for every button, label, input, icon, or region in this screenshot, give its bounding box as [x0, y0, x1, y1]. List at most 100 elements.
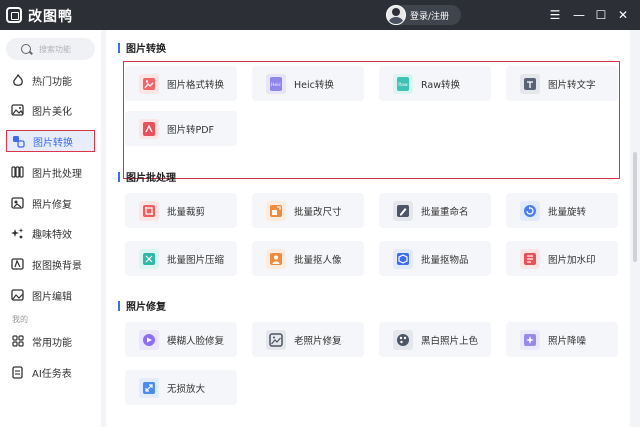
sidebar-item-label: 常用功能	[32, 337, 72, 349]
sidebar-item-hot[interactable]: 热门功能	[6, 69, 95, 91]
card-label: Heic转换	[294, 79, 334, 91]
card-label: 老照片修复	[294, 335, 342, 347]
section-title: 图片批处理	[118, 169, 176, 184]
card-label: 图片格式转换	[167, 79, 225, 91]
portrait-icon	[266, 248, 286, 269]
object-icon	[393, 248, 413, 269]
card-batch-rotate[interactable]: 批量旋转	[506, 193, 618, 228]
rotate-icon	[520, 200, 540, 221]
face-repair-icon	[139, 329, 159, 350]
card-watermark[interactable]: 图片加水印	[506, 241, 618, 276]
card-batch-resize[interactable]: 批量改尺寸	[252, 193, 364, 228]
search-placeholder: 搜索功能	[39, 44, 71, 54]
search-icon	[21, 44, 31, 54]
card-upscale[interactable]: 无损放大	[125, 370, 237, 405]
card-label: 黑白照片上色	[421, 335, 479, 347]
sidebar-item-label: AI任务表	[32, 368, 72, 380]
card-batch-portrait[interactable]: 批量抠人像	[252, 241, 364, 276]
sidebar-item-label: 图片编辑	[32, 291, 72, 303]
sidebar-item-label: 热门功能	[32, 76, 72, 88]
card-label: 批量图片压缩	[167, 254, 225, 266]
edit-icon	[11, 289, 24, 302]
grid-icon	[11, 335, 24, 348]
card-label: 照片降噪	[548, 335, 587, 347]
sidebar-item-effects[interactable]: 趣味特效	[6, 222, 95, 244]
convert-icon	[12, 135, 25, 148]
crop-icon	[139, 200, 159, 221]
sidebar-item-edit[interactable]: 图片编辑	[6, 284, 95, 306]
sidebar-item-ai-tasks[interactable]: AI任务表	[6, 361, 95, 383]
card-label: 图片加水印	[548, 254, 596, 266]
sidebar: 搜索功能 热门功能 图片美化 图片转换 图片批处理 照片修复 趣味特效 抠图换背…	[0, 30, 101, 427]
pdf-icon	[139, 118, 159, 139]
card-denoise[interactable]: 照片降噪	[506, 322, 618, 357]
scrollbar-thumb[interactable]	[633, 152, 637, 262]
title-bar: 改图鸭 登录/注册 ☰ — ☐ ✕	[0, 0, 640, 30]
card-label: 批量裁剪	[167, 206, 206, 218]
sparkle-icon	[11, 227, 24, 240]
format-convert-icon	[139, 73, 159, 94]
close-button[interactable]: ✕	[613, 5, 633, 25]
scrollbar[interactable]	[630, 30, 640, 427]
sidebar-item-common[interactable]: 常用功能	[6, 330, 95, 352]
card-batch-crop[interactable]: 批量裁剪	[125, 193, 237, 228]
card-face-repair[interactable]: 模糊人脸修复	[125, 322, 237, 357]
search-input[interactable]: 搜索功能	[6, 38, 95, 60]
login-button[interactable]: 登录/注册	[386, 5, 461, 25]
sidebar-item-label: 照片修复	[32, 199, 72, 211]
sidebar-item-label: 图片转换	[33, 137, 73, 149]
card-label: 批量抠物品	[421, 254, 469, 266]
login-label: 登录/注册	[410, 11, 450, 22]
sidebar-item-cutout[interactable]: 抠图换背景	[6, 253, 95, 275]
card-label: 批量改尺寸	[294, 206, 342, 218]
card-raw[interactable]: Raw Raw转换	[379, 66, 491, 101]
card-label: 批量重命名	[421, 206, 469, 218]
card-batch-compress[interactable]: 批量图片压缩	[125, 241, 237, 276]
card-batch-object[interactable]: 批量抠物品	[379, 241, 491, 276]
card-colorize[interactable]: 黑白照片上色	[379, 322, 491, 357]
main-content: 图片转换 图片格式转换 Heic Heic转换 Raw Raw转换 图片转文字 …	[106, 30, 630, 427]
sidebar-item-beautify[interactable]: 图片美化	[6, 99, 95, 121]
sidebar-item-label: 抠图换背景	[32, 260, 82, 272]
resize-icon	[266, 200, 286, 221]
card-label: 图片转文字	[548, 79, 596, 91]
sidebar-item-label: 趣味特效	[32, 229, 72, 241]
raw-icon: Raw	[393, 73, 413, 94]
fire-icon	[11, 73, 24, 87]
rename-icon	[393, 200, 413, 221]
watermark-icon	[520, 248, 540, 269]
card-label: 图片转PDF	[167, 124, 215, 136]
section-mine-label: 我的	[12, 315, 28, 324]
denoise-icon	[520, 329, 540, 350]
card-label: 批量抠人像	[294, 254, 342, 266]
compress-icon	[139, 248, 159, 269]
maximize-button[interactable]: ☐	[591, 5, 611, 25]
minimize-button[interactable]: —	[569, 5, 589, 25]
sidebar-item-repair[interactable]: 照片修复	[6, 192, 95, 214]
sidebar-item-convert[interactable]: 图片转换	[6, 130, 95, 152]
batch-icon	[11, 166, 24, 179]
card-label: 模糊人脸修复	[167, 335, 225, 347]
heic-icon: Heic	[266, 73, 286, 94]
sidebar-item-label: 图片美化	[32, 106, 72, 118]
sidebar-item-batch[interactable]: 图片批处理	[6, 161, 95, 183]
upscale-icon	[139, 377, 159, 398]
avatar	[386, 5, 406, 25]
section-title: 照片修复	[118, 298, 166, 313]
app-logo-icon	[6, 7, 22, 23]
image-to-text-icon	[520, 73, 540, 94]
card-old-photo[interactable]: 老照片修复	[252, 322, 364, 357]
card-label: 无损放大	[167, 383, 206, 395]
card-format-convert[interactable]: 图片格式转换	[125, 66, 237, 101]
menu-icon[interactable]: ☰	[545, 5, 565, 25]
app-title: 改图鸭	[28, 9, 73, 25]
card-batch-rename[interactable]: 批量重命名	[379, 193, 491, 228]
svg-text:Raw: Raw	[398, 82, 408, 88]
sidebar-item-label: 图片批处理	[32, 168, 82, 180]
svg-text:Heic: Heic	[271, 82, 281, 88]
card-pdf[interactable]: 图片转PDF	[125, 111, 237, 146]
card-image-to-text[interactable]: 图片转文字	[506, 66, 618, 101]
card-heic[interactable]: Heic Heic转换	[252, 66, 364, 101]
card-label: Raw转换	[421, 79, 460, 91]
old-photo-icon	[266, 329, 286, 350]
